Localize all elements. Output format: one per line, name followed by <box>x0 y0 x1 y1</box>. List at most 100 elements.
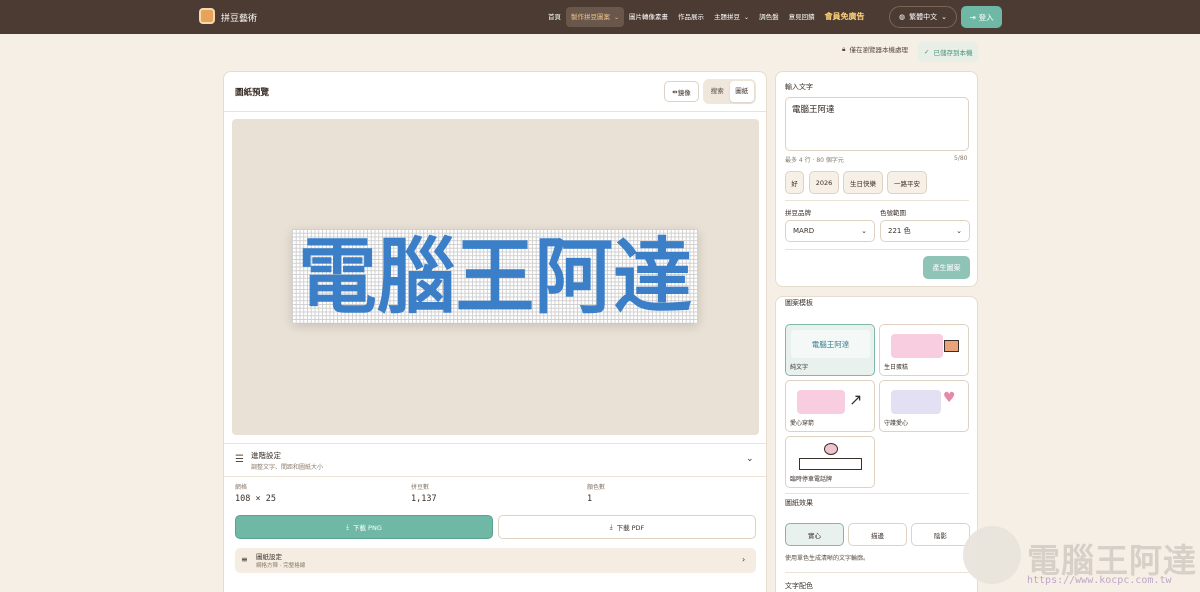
download-png-button[interactable]: ⤓ 下載 PNG <box>235 515 493 539</box>
nav-image-to-pixel[interactable]: 圖片轉像素畫 <box>624 7 673 27</box>
preview-card: 圖紙預覽 ⇹ 鏡像 搜索 圖紙 電腦王阿達 ☰ 進階設定 調整文字、間距和圖紙大小… <box>223 71 767 592</box>
bead-count-value: 1,137 <box>411 494 437 504</box>
nav-gallery[interactable]: 作品展示 <box>673 7 709 27</box>
language-label: 繁體中文 <box>909 13 938 21</box>
chevron-right-icon: › <box>742 555 746 564</box>
quick-chip[interactable]: 2026 <box>809 171 839 194</box>
input-hint: 最多 4 行 · 80 個字元 <box>785 157 844 164</box>
main-nav: 首頁 製作拼豆圖案 ⌄ 圖片轉像素畫 作品展示 主題拼豆 ⌄ 調色盤 意見回饋 會員… <box>543 7 870 27</box>
sheet-settings-subtitle: 網格方陣 · 完整格線 <box>256 563 306 569</box>
template-preview: 電腦王阿達 <box>791 330 870 358</box>
template-plain-text[interactable]: 電腦王阿達 純文字 <box>785 324 875 376</box>
saved-status-badge: ✓ 已儲存到本機 <box>918 42 979 62</box>
quick-chip[interactable]: 生日快樂 <box>843 171 883 194</box>
local-processing-text: 僅在瀏覽器本機處理 <box>849 46 908 54</box>
cake-icon <box>944 340 959 352</box>
brand-select-label: 拼豆品牌 <box>785 209 811 217</box>
nav-make-pattern-label: 製作拼豆圖案 <box>571 13 610 21</box>
nav-themes-label: 主題拼豆 <box>714 13 741 21</box>
text-input-area[interactable]: 電腦王阿達 <box>785 97 969 151</box>
nav-gallery-label: 作品展示 <box>678 13 705 21</box>
brand-select-value: MARD <box>793 227 815 235</box>
grid-size-label: 網格 <box>235 484 248 491</box>
advanced-settings-row[interactable]: ☰ 進階設定 調整文字、間距和圖紙大小 ⌄ <box>224 443 766 477</box>
watermark-url: https://www.kocpc.com.tw <box>1027 575 1172 586</box>
nav-feedback-label: 意見回饋 <box>788 13 815 21</box>
color-range-label: 色號範圍 <box>880 209 906 217</box>
nav-palette[interactable]: 調色盤 <box>754 7 784 27</box>
brand-name[interactable]: 拼豆藝術 <box>221 11 257 24</box>
generate-button[interactable]: 產生圖案 <box>923 256 970 279</box>
local-processing-status: 🔒︎ 僅在瀏覽器本機處理 <box>842 44 908 55</box>
mirror-label: 鏡像 <box>677 88 691 97</box>
download-pdf-button[interactable]: ⤓ 下載 PDF <box>498 515 756 539</box>
template-preview: ♥ <box>885 386 964 414</box>
mode-pixel-option[interactable]: 搜索 <box>705 81 730 102</box>
chevron-down-icon: ⌄ <box>746 454 754 464</box>
settings-sliders-icon: ≡ <box>241 555 248 564</box>
lock-icon: 🔒︎ <box>842 44 846 53</box>
chevron-down-icon: ⌄ <box>941 13 947 21</box>
sheet-settings-title: 圖紙設定 <box>256 553 282 561</box>
nav-themes[interactable]: 主題拼豆 ⌄ <box>709 7 754 27</box>
template-section-label: 圖案模板 <box>785 299 813 307</box>
preview-canvas-area: 電腦王阿達 <box>232 119 759 435</box>
template-birthday-cake[interactable]: 生日蛋糕 <box>879 324 969 376</box>
effects-hint: 使用單色生成清晰的文字輪廓。 <box>785 555 870 562</box>
divider <box>785 200 969 201</box>
template-preview: ↗ <box>791 386 870 414</box>
advanced-settings-title: 進階設定 <box>251 451 281 460</box>
template-parking-sign[interactable]: 臨時停車電話牌 <box>785 436 875 488</box>
input-card: 輸入文字 電腦王阿達 最多 4 行 · 80 個字元 5/80 好 2026 生… <box>775 71 978 287</box>
template-label: 純文字 <box>790 364 809 371</box>
download-png-label: 下載 PNG <box>352 524 382 532</box>
chevron-down-icon: ⌄ <box>744 14 750 21</box>
template-card: 圖案模板 電腦王阿達 純文字 生日蛋糕 ↗ 愛心穿箭 ♥ 守護愛心 臨時停車電話… <box>775 296 978 592</box>
template-heart-arrow[interactable]: ↗ 愛心穿箭 <box>785 380 875 432</box>
divider <box>785 249 969 250</box>
color-count-label: 顏色數 <box>587 484 606 491</box>
brand-select[interactable]: MARD ⌄ <box>785 220 875 242</box>
color-range-select[interactable]: 221 色 ⌄ <box>880 220 970 242</box>
lilac-banner-shape <box>891 390 941 414</box>
login-icon: ⇥ <box>969 12 976 22</box>
nav-ad-free[interactable]: 會員免廣告 <box>820 7 870 27</box>
effect-shadow-button[interactable]: 陰影 <box>911 523 970 546</box>
winged-heart-icon: ♥ <box>943 390 956 406</box>
pink-banner-shape <box>797 390 845 414</box>
mirror-button[interactable]: ⇹ 鏡像 <box>664 81 699 102</box>
nav-ad-free-label: 會員免廣告 <box>824 12 865 21</box>
quick-chip[interactable]: 一路平安 <box>887 171 927 194</box>
nav-feedback[interactable]: 意見回饋 <box>784 7 820 27</box>
login-button[interactable]: ⇥ 登入 <box>961 6 1002 28</box>
template-label: 臨時停車電話牌 <box>790 476 833 483</box>
mode-sheet-option[interactable]: 圖紙 <box>729 81 754 102</box>
globe-icon: ◍ <box>899 13 906 21</box>
heart-arrow-icon: ↗ <box>849 390 863 409</box>
template-label: 守護愛心 <box>884 420 909 427</box>
nav-home-label: 首頁 <box>548 13 561 21</box>
preview-title: 圖紙預覽 <box>235 88 270 98</box>
chevron-down-icon: ⌄ <box>861 227 867 235</box>
template-guardian-heart[interactable]: ♥ 守護愛心 <box>879 380 969 432</box>
pink-banner-shape <box>891 334 943 358</box>
chevron-down-icon: ⌄ <box>614 14 620 21</box>
login-label: 登入 <box>978 12 994 22</box>
brand-logo-icon[interactable] <box>199 8 215 24</box>
bead-grid-canvas[interactable]: 電腦王阿達 <box>292 229 698 323</box>
bead-count-label: 拼豆數 <box>411 484 430 491</box>
nav-home[interactable]: 首頁 <box>543 7 566 27</box>
character-icon <box>824 443 838 455</box>
download-icon: ⤓ <box>609 522 613 531</box>
advanced-settings-subtitle: 調整文字、間距和圖紙大小 <box>251 464 324 471</box>
effect-outline-button[interactable]: 描邊 <box>848 523 907 546</box>
chevron-down-icon: ⌄ <box>956 227 962 235</box>
language-selector[interactable]: ◍ 繁體中文 ⌄ <box>889 6 957 28</box>
saved-status-text: 已儲存到本機 <box>933 49 973 57</box>
sheet-settings-row[interactable]: ≡ 圖紙設定 網格方陣 · 完整格線 › <box>235 548 756 573</box>
nav-make-pattern[interactable]: 製作拼豆圖案 ⌄ <box>566 7 625 27</box>
template-preview <box>885 330 964 358</box>
color-range-value: 221 色 <box>888 227 911 235</box>
effect-solid-button[interactable]: 實心 <box>785 523 844 546</box>
quick-chip[interactable]: 好 <box>785 171 804 194</box>
